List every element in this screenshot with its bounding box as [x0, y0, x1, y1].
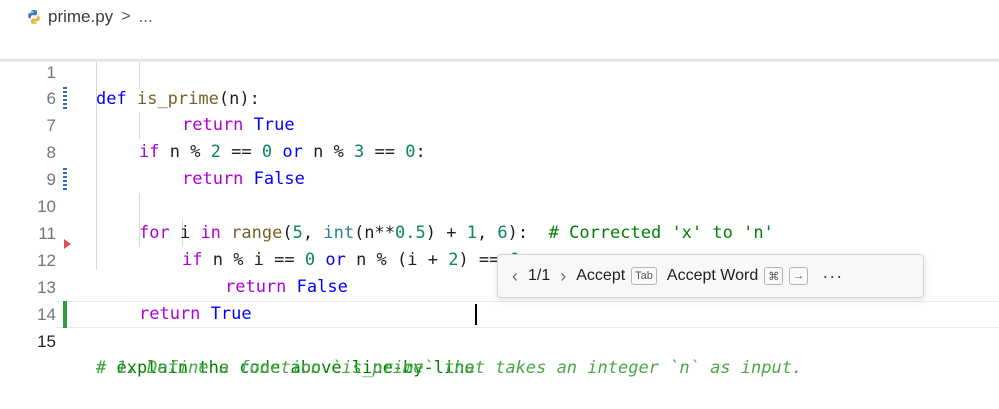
code-line-current: 15 # explain the code above line-by-line — [0, 301, 999, 378]
code-line: 10 for i in range(5, int(n**0.5) + 1, 6)… — [0, 166, 999, 243]
accept-word-button[interactable]: Accept Word ⌘ → — [666, 267, 809, 285]
previous-suggestion-icon[interactable]: ‹ — [512, 266, 518, 287]
next-suggestion-icon[interactable]: › — [560, 266, 566, 287]
code-line: 6 return True — [0, 58, 999, 135]
more-options-icon[interactable]: ··· — [822, 266, 843, 287]
suggestion-counter: 1/1 — [528, 267, 551, 284]
tab-key-badge: Tab — [631, 267, 657, 285]
code-line: 8 return False — [0, 112, 999, 189]
code-editor[interactable]: 1 def is_prime(n): 6 return True 7 if n … — [0, 0, 999, 401]
command-key-badge: ⌘ — [764, 267, 784, 285]
inline-suggestion-text[interactable]: # 1. Define a function `is_prime` that t… — [96, 355, 802, 382]
code-line: 12 return False — [0, 220, 999, 297]
code-line: 7 if n % 2 == 0 or n % 3 == 0: — [0, 85, 999, 162]
text-cursor — [474, 304, 477, 325]
inline-suggestion-toolbar: ‹ 1/1 › Accept Tab Accept Word ⌘ → ··· — [497, 254, 924, 298]
right-arrow-key-badge: → — [789, 267, 809, 285]
accept-word-label: Accept Word — [666, 267, 759, 284]
accept-label: Accept — [576, 267, 626, 284]
code-line: 9 — [0, 139, 999, 189]
code-line: 11 if n % i == 0 or n % (i + 2) == 0: — [0, 193, 999, 270]
code-line: 1 def is_prime(n): — [0, 32, 999, 109]
ghost-suggestion-line: # 1. Define a function `is_prime` that t… — [0, 328, 999, 378]
accept-button[interactable]: Accept Tab — [576, 267, 657, 285]
